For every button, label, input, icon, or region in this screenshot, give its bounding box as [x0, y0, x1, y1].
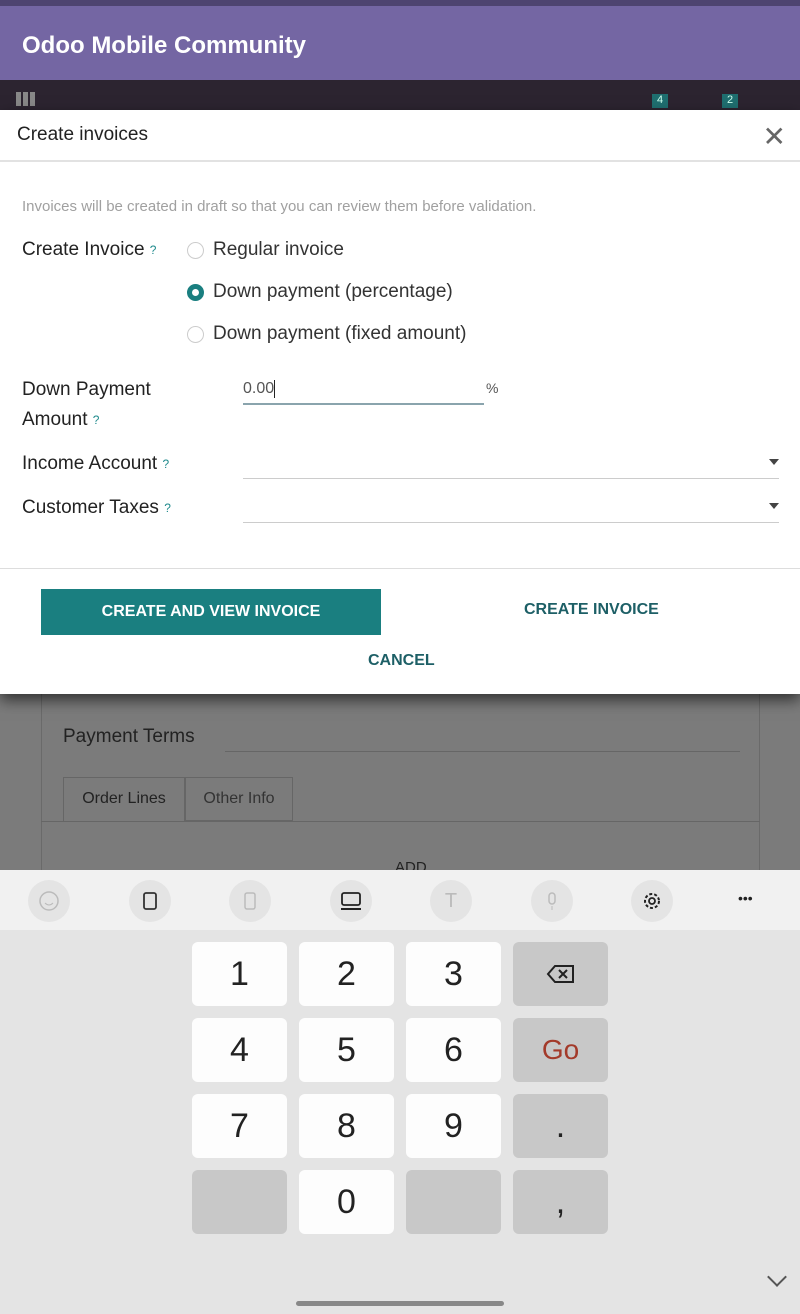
down-payment-amount-label: Down Payment Amount ?	[22, 379, 151, 430]
radio-regular-invoice[interactable]: Regular invoice	[187, 239, 344, 261]
chevron-down-icon	[769, 459, 779, 465]
create-invoice-label: Create Invoice ?	[22, 239, 157, 260]
customer-taxes-select[interactable]	[243, 493, 779, 523]
app-header: Odoo Mobile Community	[0, 0, 800, 80]
key-4[interactable]: 4	[192, 1018, 287, 1082]
key-6[interactable]: 6	[406, 1018, 501, 1082]
key-1[interactable]: 1	[192, 942, 287, 1006]
more-icon[interactable]: •••	[738, 890, 753, 906]
radio-down-payment-percentage[interactable]: Down payment (percentage)	[187, 281, 453, 303]
background-form: Payment Terms Order Lines Other Info ADD	[0, 694, 800, 876]
one-handed-icon[interactable]	[229, 880, 271, 922]
payment-terms-label: Payment Terms	[63, 726, 195, 747]
create-invoices-dialog: Create invoices ✕ Invoices will be create…	[0, 110, 800, 694]
handwriting-icon[interactable]: T	[430, 880, 472, 922]
key-3[interactable]: 3	[406, 942, 501, 1006]
chevron-down-icon	[769, 503, 779, 509]
key-9[interactable]: 9	[406, 1094, 501, 1158]
keyboard-toolbar: T •••	[0, 870, 800, 930]
key-8[interactable]: 8	[299, 1094, 394, 1158]
key-5[interactable]: 5	[299, 1018, 394, 1082]
clipboard-icon[interactable]	[129, 880, 171, 922]
keyboard-icon[interactable]	[330, 880, 372, 922]
backspace-icon	[546, 965, 574, 983]
blank-key-left[interactable]	[192, 1170, 287, 1234]
tab-order-lines[interactable]: Order Lines	[63, 777, 185, 821]
gesture-nav-bar[interactable]	[296, 1301, 504, 1306]
hide-keyboard-chevron-icon[interactable]	[767, 1267, 787, 1287]
key-7[interactable]: 7	[192, 1094, 287, 1158]
create-invoice-button[interactable]: CREATE INVOICE	[524, 601, 659, 619]
apps-menu-icon[interactable]	[16, 92, 36, 106]
odoo-navbar: 4 2	[0, 80, 800, 110]
app-title: Odoo Mobile Community	[22, 32, 306, 59]
income-account-select[interactable]	[243, 449, 779, 479]
dot-key[interactable]: .	[513, 1094, 608, 1158]
activities-badge[interactable]: 2	[722, 94, 738, 108]
dialog-title: Create invoices	[17, 124, 148, 145]
radio-down-payment-fixed[interactable]: Down payment (fixed amount)	[187, 323, 466, 345]
blank-key-right[interactable]	[406, 1170, 501, 1234]
customer-taxes-label: Customer Taxes ?	[22, 497, 171, 518]
comma-key[interactable]: ,	[513, 1170, 608, 1234]
tab-other-info[interactable]: Other Info	[185, 777, 293, 821]
messages-badge[interactable]: 4	[652, 94, 668, 108]
microphone-icon[interactable]	[531, 880, 573, 922]
cancel-button[interactable]: CANCEL	[368, 652, 435, 670]
backspace-key[interactable]	[513, 942, 608, 1006]
close-icon[interactable]: ✕	[763, 120, 786, 153]
percent-sign: %	[486, 380, 499, 396]
income-account-label: Income Account ?	[22, 453, 170, 474]
go-key[interactable]: Go	[513, 1018, 608, 1082]
key-0[interactable]: 0	[299, 1170, 394, 1234]
down-payment-amount-input[interactable]: 0.00	[243, 375, 484, 405]
key-2[interactable]: 2	[299, 942, 394, 1006]
gear-icon[interactable]	[631, 880, 673, 922]
emoji-icon[interactable]	[28, 880, 70, 922]
dialog-note: Invoices will be created in draft so tha…	[22, 198, 537, 215]
create-and-view-invoice-button[interactable]: CREATE AND VIEW INVOICE	[41, 589, 381, 635]
